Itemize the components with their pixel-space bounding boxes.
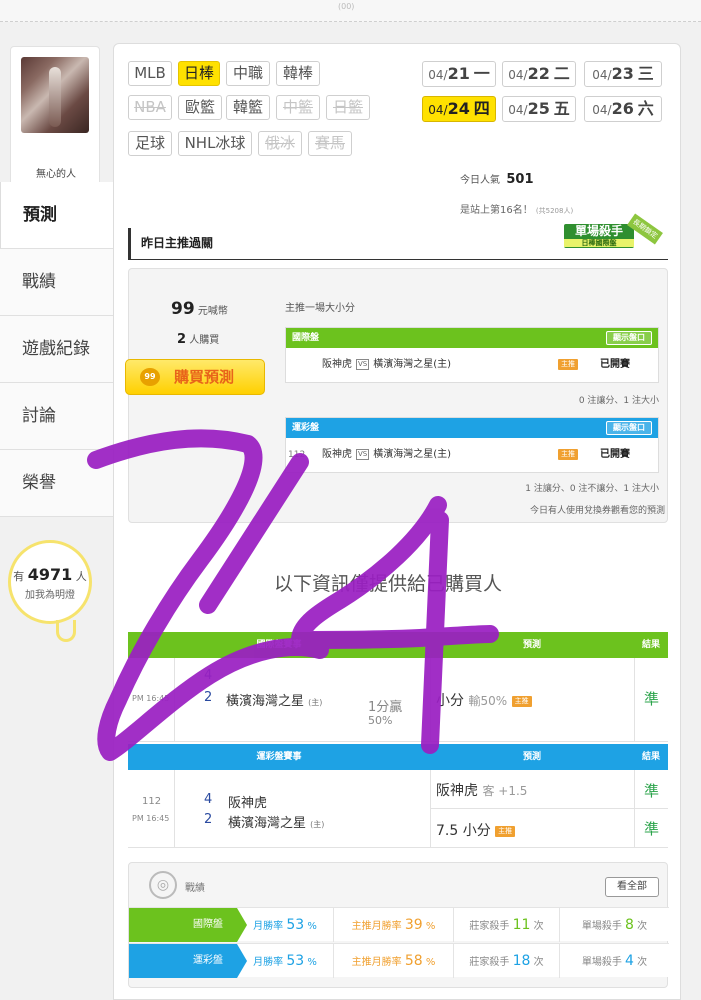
price: 99 元喊幣 [171, 299, 228, 319]
sport-chip-cpbl[interactable]: 中職 [226, 61, 270, 86]
coin-icon: 99 [140, 368, 160, 386]
lottery-score2: 2 [204, 812, 213, 827]
lottery-stat: 1 注讓分、0 注不讓分、1 注大小 [525, 484, 659, 494]
lottery-game-time: PM 16:45 [132, 814, 170, 823]
show-odds-button-lottery[interactable]: 顯示盤口 [606, 421, 652, 435]
lottery-pred2: 7.5 小分 主推 [436, 820, 516, 840]
sport-chip-jp-bball[interactable]: 日籃 [326, 95, 370, 120]
fans-count: 4971 [27, 565, 73, 584]
date-chip-0423[interactable]: 04/23 三 [584, 61, 662, 87]
predict-subtitle: 主推一場大小分 [285, 303, 355, 314]
nav-item-record[interactable]: 戰績 [0, 249, 113, 316]
intl-line2: 50% [368, 714, 393, 727]
sport-chip-horse[interactable]: 賽馬 [308, 131, 352, 156]
purchase-only-notice: 以下資訊僅提供給已購買人 [274, 573, 503, 595]
fans-count-line: 有 4971 人 [13, 565, 87, 584]
push-tag: 主推 [558, 358, 578, 370]
sport-chip-kbo[interactable]: 韓棒 [276, 61, 320, 86]
lottery-num: 112 [142, 796, 162, 807]
date-chip-0422[interactable]: 04/22 二 [502, 61, 576, 87]
intl-market-card: 國際盤 顯示盤口 阪神虎 VS 橫濱海灣之星(主) 主推 已開賽 [285, 327, 659, 383]
intl-score1: 4 [204, 668, 213, 683]
nickname: 無心的人 [36, 169, 76, 180]
view-all-button[interactable]: 看全部 [605, 877, 659, 897]
popularity-value: 501 [506, 172, 534, 187]
redeem-note: 今日有人使用兌換券觀看您的預測 [529, 506, 665, 516]
sport-chip-soccer[interactable]: 足球 [128, 131, 172, 156]
intl-stat: 0 注讓分、1 注大小 [578, 396, 659, 406]
fans-bulb[interactable]: 有 4971 人 加我為明燈 [8, 540, 92, 624]
lottery-team2: 橫濱海灣之星 (主) [228, 816, 325, 831]
sport-chip-khl[interactable]: 俄冰 [258, 131, 302, 156]
avatar[interactable] [21, 57, 89, 133]
date-chip-0425[interactable]: 04/25 五 [502, 96, 576, 122]
intl-pred: 小分 輸50% 主推 [436, 690, 532, 710]
date-chip-0426[interactable]: 04/26 六 [584, 96, 662, 122]
popularity: 今日人氣 501 [460, 172, 534, 187]
sport-chip-nba[interactable]: NBA [128, 95, 172, 120]
nav-item-honor[interactable]: 榮譽 [0, 450, 113, 517]
lottery-result2: 準 [644, 820, 660, 838]
bulb-icon [56, 620, 76, 642]
intl-team2: 橫濱海灣之星 (主) [226, 694, 323, 709]
date-chip-0421[interactable]: 04/21 一 [422, 61, 496, 87]
lottery-market-row: 112 阪神虎 VS 橫濱海灣之星(主) 主推 已開賽 [286, 438, 658, 472]
top-small-text: (00) [338, 2, 355, 11]
profile-card[interactable]: 無心的人 [10, 46, 100, 196]
lottery-table-row: 112 PM 16:45 4 阪神虎 2 橫濱海灣之星 (主) 阪神虎 客 +1… [128, 770, 668, 848]
record-label-lottery: 運彩盤 [129, 944, 247, 978]
lottery-table-header: 運彩盤賽事 預測 結果 [128, 744, 668, 770]
lottery-pred1: 阪神虎 客 +1.5 [436, 783, 528, 799]
side-nav: 預測 戰績 遊戲紀錄 討論 榮譽 [0, 182, 113, 517]
nav-item-discussion[interactable]: 討論 [0, 383, 113, 450]
buyers: 2 人購買 [177, 332, 220, 347]
sport-chip-nhl[interactable]: NHL冰球 [178, 131, 252, 156]
sport-chip-npb[interactable]: 日棒 [178, 61, 220, 86]
intl-table-row: PM 16:45 4 2 橫濱海灣之星 (主) 1分贏 50% 小分 輸50% … [128, 658, 668, 742]
lottery-team1: 阪神虎 [228, 796, 268, 811]
fans-caption: 加我為明燈 [25, 590, 75, 601]
intl-market-row: 阪神虎 VS 橫濱海灣之星(主) 主推 已開賽 [286, 348, 658, 382]
intl-status: 已開賽 [600, 359, 630, 370]
intl-score2: 2 [204, 690, 213, 705]
show-odds-button-intl[interactable]: 顯示盤口 [606, 331, 652, 345]
predict-box: 99 元喊幣 2 人購買 99 購買預測 主推一場大小分 國際盤 顯示盤口 阪神… [125, 268, 668, 523]
intl-table-header: 國際盤賽事 預測 結果 [128, 632, 668, 658]
buy-prediction-button[interactable]: 99 購買預測 [125, 359, 265, 395]
target-icon: ◎ [149, 871, 177, 899]
record-box: ◎ 戰績 看全部 國際盤 月勝率 53 % 主推月勝率 39 % 莊家殺手 11… [128, 862, 669, 988]
intl-line1: 1分贏 [368, 700, 403, 715]
lottery-result1: 準 [644, 782, 660, 800]
date-chip-0424[interactable]: 04/24 四 [422, 96, 496, 122]
nav-item-predict[interactable]: 預測 [0, 182, 113, 249]
intl-market-header: 國際盤 顯示盤口 [286, 328, 658, 348]
sport-chip-kr-bball[interactable]: 韓籃 [226, 95, 270, 120]
push-tag: 主推 [558, 448, 578, 460]
sport-chip-mlb[interactable]: MLB [128, 61, 172, 86]
top-bar: (00) [0, 0, 701, 22]
intl-result: 準 [644, 690, 660, 708]
section-title: 昨日主推過關 [128, 228, 668, 260]
lottery-score1: 4 [204, 792, 213, 807]
lottery-status: 已開賽 [600, 449, 630, 460]
lottery-market-header: 運彩盤 顯示盤口 [286, 418, 658, 438]
intl-game-time: PM 16:45 [132, 694, 170, 703]
sport-chip-euro-bball[interactable]: 歐籃 [178, 95, 222, 120]
lottery-market-card: 運彩盤 顯示盤口 112 阪神虎 VS 橫濱海灣之星(主) 主推 已開賽 [285, 417, 659, 473]
record-row-intl: 國際盤 月勝率 53 % 主推月勝率 39 % 莊家殺手 11 次 單場殺手 8… [129, 907, 669, 942]
record-title: 戰績 [185, 883, 205, 894]
rank-text: 是站上第16名！ (共5208人) [460, 205, 574, 216]
left-column: 無心的人 預測 戰績 遊戲紀錄 討論 榮譽 有 4971 人 加我為明燈 [0, 30, 113, 1000]
sport-chip-cn-bball[interactable]: 中籃 [276, 95, 320, 120]
record-label-intl: 國際盤 [129, 908, 247, 942]
nav-item-game-log[interactable]: 遊戲紀錄 [0, 316, 113, 383]
main-panel: MLB 日棒 中職 韓棒 NBA 歐籃 韓籃 中籃 日籃 足球 NHL冰球 俄冰… [113, 43, 681, 1000]
record-row-lottery: 運彩盤 月勝率 53 % 主推月勝率 58 % 莊家殺手 18 次 單場殺手 4… [129, 943, 669, 978]
